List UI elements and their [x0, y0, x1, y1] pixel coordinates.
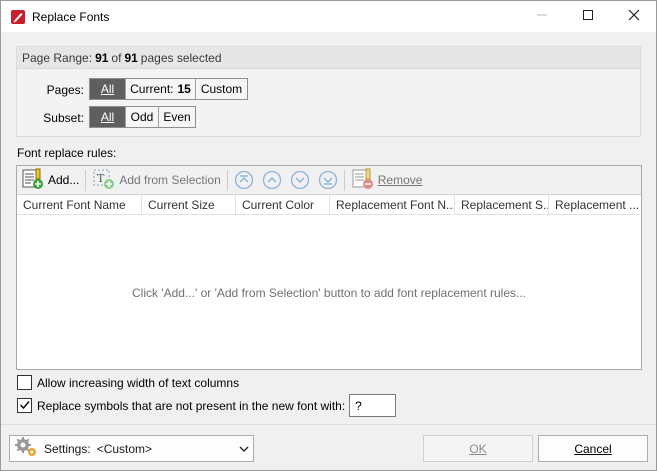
- empty-rules-message: Click 'Add...' or 'Add from Selection' b…: [131, 286, 527, 300]
- remove-button[interactable]: Remove: [347, 167, 427, 194]
- minimize-icon: [536, 9, 548, 24]
- allow-width-option[interactable]: Allow increasing width of text columns: [17, 375, 239, 390]
- subset-all-option[interactable]: All: [90, 107, 126, 127]
- add-icon: [21, 168, 45, 193]
- page-range-suffix: pages selected: [140, 50, 222, 65]
- allow-width-label: Allow increasing width of text columns: [37, 375, 240, 390]
- settings-gear-icon: [14, 436, 38, 461]
- move-bottom-icon[interactable]: [318, 170, 338, 190]
- remove-button-label: Remove: [377, 173, 423, 187]
- subset-odd-option[interactable]: Odd: [126, 107, 159, 127]
- allow-width-checkbox[interactable]: [17, 375, 32, 390]
- settings-dropdown[interactable]: Settings: <Custom>: [9, 435, 254, 462]
- rules-toolbar: Add... T Add from Selection Remove: [17, 166, 641, 195]
- toolbar-separator: [85, 169, 87, 191]
- font-replace-rules-panel: Add... T Add from Selection Remove Curre…: [16, 165, 642, 370]
- svg-text:T: T: [97, 172, 105, 185]
- ok-button-label: OK: [469, 441, 487, 456]
- move-up-icon[interactable]: [262, 170, 282, 190]
- replace-symbols-label: Replace symbols that are not present in …: [37, 398, 346, 413]
- page-range-group: Page Range: 91 of 91 pages selected Page…: [16, 46, 641, 137]
- pages-current-option[interactable]: Current: 15: [126, 79, 196, 99]
- add-from-selection-label: Add from Selection: [119, 173, 221, 187]
- col-current-size[interactable]: Current Size: [142, 195, 236, 215]
- selected-pages-count: 91: [95, 50, 109, 65]
- minimize-button[interactable]: [519, 1, 565, 32]
- col-current-color[interactable]: Current Color: [236, 195, 330, 215]
- pages-current-value: 15: [177, 82, 191, 96]
- maximize-button[interactable]: [565, 1, 611, 32]
- cancel-button-label: Cancel: [574, 441, 612, 456]
- page-range-of: of: [111, 50, 122, 65]
- pdf-app-icon: [10, 9, 26, 25]
- move-top-icon[interactable]: [234, 170, 254, 190]
- settings-value: <Custom>: [96, 441, 153, 456]
- col-replacement-size[interactable]: Replacement S...: [455, 195, 549, 215]
- replacement-symbol-input[interactable]: ?: [349, 394, 397, 417]
- title-bar: Replace Fonts: [1, 1, 656, 32]
- add-button-label: Add...: [48, 173, 80, 187]
- rules-table-header: Current Font Name Current Size Current C…: [17, 195, 641, 215]
- toolbar-separator: [343, 169, 345, 191]
- font-replace-rules-label: Font replace rules:: [17, 146, 117, 160]
- close-icon: [628, 9, 640, 24]
- add-from-selection-button[interactable]: T Add from Selection: [88, 167, 224, 194]
- ok-button[interactable]: OK: [423, 435, 533, 462]
- window-title: Replace Fonts: [32, 9, 110, 24]
- subset-selector: All Odd Even: [89, 106, 196, 128]
- pages-all-option[interactable]: All: [90, 79, 126, 99]
- move-down-icon[interactable]: [290, 170, 310, 190]
- pages-selector: All Current: 15 Custom: [89, 78, 248, 100]
- subset-even-option[interactable]: Even: [159, 107, 195, 127]
- page-range-prefix: Page Range:: [22, 50, 93, 65]
- pages-label: Pages:: [46, 83, 84, 97]
- pages-current-label: Current:: [130, 82, 174, 96]
- close-button[interactable]: [611, 1, 657, 32]
- toolbar-separator: [226, 169, 228, 191]
- add-from-selection-icon: T: [92, 168, 116, 193]
- chevron-down-icon: [239, 443, 249, 457]
- col-replacement-color[interactable]: Replacement ...: [549, 195, 641, 215]
- subset-label: Subset:: [43, 111, 84, 125]
- replace-symbols-option: Replace symbols that are not present in …: [17, 394, 397, 417]
- page-range-summary: Page Range: 91 of 91 pages selected: [17, 47, 640, 69]
- remove-icon: [351, 168, 375, 193]
- checkmark-icon: [19, 399, 30, 413]
- footer-divider: [1, 424, 656, 425]
- add-button[interactable]: Add...: [17, 167, 83, 194]
- replace-fonts-dialog: Replace Fonts Page Range: 91 of 91 pages…: [0, 0, 657, 471]
- col-replacement-font-name[interactable]: Replacement Font N...: [330, 195, 455, 215]
- cancel-button[interactable]: Cancel: [538, 435, 648, 462]
- maximize-icon: [582, 9, 594, 24]
- settings-label: Settings:: [44, 441, 91, 456]
- col-current-font-name[interactable]: Current Font Name: [17, 195, 142, 215]
- replace-symbols-checkbox[interactable]: [17, 398, 32, 413]
- pages-custom-option[interactable]: Custom: [196, 79, 247, 99]
- total-pages-count: 91: [124, 50, 138, 65]
